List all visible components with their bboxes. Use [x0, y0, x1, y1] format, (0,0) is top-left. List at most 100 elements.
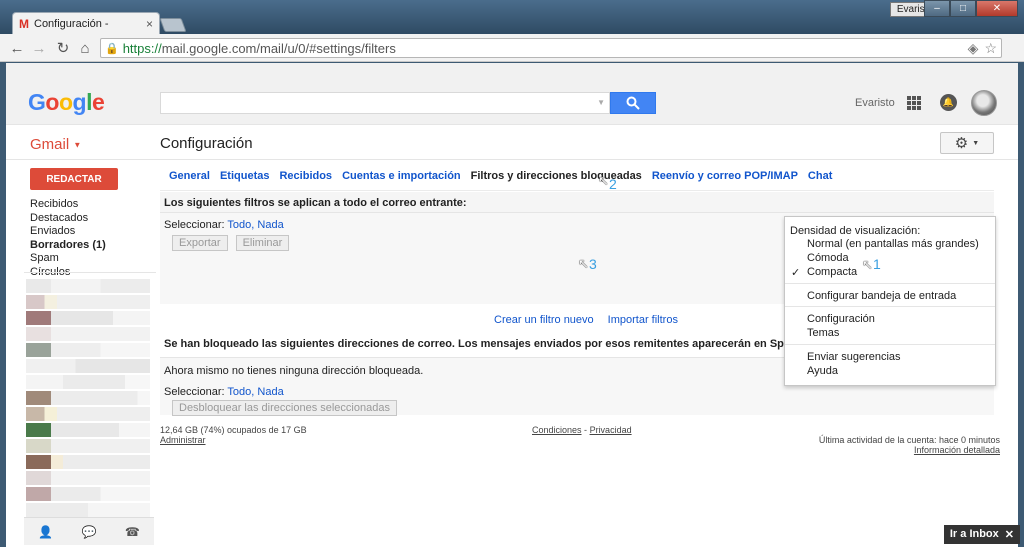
footer-links: Condiciones - Privacidad	[532, 425, 632, 435]
avatar[interactable]	[971, 90, 997, 116]
search-input[interactable]: ▼	[160, 92, 610, 114]
user-name[interactable]: Evaristo	[855, 97, 895, 109]
density-normal-option[interactable]: Normal (en pantallas más grandes)	[807, 238, 979, 250]
footer-separator: -	[584, 425, 588, 435]
phone-icon[interactable]: ☎	[125, 525, 140, 539]
checkmark-icon: ✓	[791, 267, 801, 279]
gmail-label: Gmail	[30, 136, 70, 153]
new-tab-button[interactable]	[159, 18, 187, 32]
compose-button[interactable]: REDACTAR	[30, 168, 118, 190]
browser-tab[interactable]: M Configuración - ×	[12, 12, 160, 34]
account-activity: Última actividad de la cuenta: hace 0 mi…	[819, 435, 1000, 455]
forward-arrow-icon[interactable]: →	[30, 39, 48, 57]
search-options-icon[interactable]: ▼	[597, 98, 605, 107]
step-number-3: 3	[589, 256, 597, 272]
person-icon[interactable]: 👤	[38, 525, 53, 539]
unblock-button[interactable]: Desbloquear las direcciones seleccionada…	[172, 400, 397, 416]
tab-inbox[interactable]: Recibidos	[274, 170, 337, 190]
url-path: mail.google.com/mail/u/0/#settings/filte…	[161, 40, 396, 56]
delete-button[interactable]: Eliminar	[235, 235, 290, 251]
go-to-inbox-chip[interactable]: Ir a Inbox ✕	[943, 525, 1020, 544]
density-compact-option[interactable]: Compacta	[807, 266, 857, 278]
nav-item-spam[interactable]: Spam	[30, 252, 106, 266]
tab-forwarding[interactable]: Reenvío y correo POP/IMAP	[647, 170, 803, 190]
logo-letter: o	[58, 89, 73, 115]
home-icon[interactable]: ⌂	[76, 39, 94, 57]
browser-toolbar: ← → ↻ ⌂ 🔒 https:// mail.google.com/mail/…	[0, 34, 1024, 62]
manage-storage-link[interactable]: Administrar	[160, 435, 307, 445]
export-button[interactable]: Exportar	[172, 235, 228, 251]
inbox-chip-label: Ir a Inbox	[949, 528, 999, 540]
mouse-cursor-icon: ↖	[598, 173, 609, 188]
mouse-cursor-icon: ↖	[578, 256, 589, 271]
menu-divider	[785, 283, 995, 284]
maximize-button[interactable]: □	[950, 0, 976, 17]
hangouts-bar: 👤 💬 ☎	[24, 517, 154, 545]
gmail-favicon-icon: M	[19, 16, 29, 31]
gmail-menu[interactable]: Gmail ▼	[30, 136, 81, 153]
themes-option[interactable]: Temas	[807, 327, 839, 339]
configure-inbox-option[interactable]: Configurar bandeja de entrada	[807, 290, 956, 302]
hangouts-contacts-blurred	[24, 272, 156, 517]
back-arrow-icon[interactable]: ←	[8, 39, 26, 57]
select-none-link[interactable]: Nada	[257, 219, 283, 231]
storage-text: 12,64 GB (74%) ocupados de 17 GB	[160, 425, 307, 435]
nav-item-starred[interactable]: Destacados	[30, 212, 106, 226]
tab-accounts[interactable]: Cuentas e importación	[337, 170, 466, 190]
tab-labels[interactable]: Etiquetas	[215, 170, 275, 190]
details-link[interactable]: Información detallada	[819, 445, 1000, 455]
logo-letter: G	[28, 89, 46, 115]
reload-icon[interactable]: ↻	[54, 39, 72, 57]
nav-item-drafts[interactable]: Borradores (1)	[30, 239, 106, 253]
help-option[interactable]: Ayuda	[807, 365, 838, 377]
close-icon[interactable]: ✕	[1005, 528, 1014, 541]
import-filters-link[interactable]: Importar filtros	[608, 314, 678, 326]
apps-grid-icon[interactable]	[907, 96, 921, 110]
density-comfortable-option[interactable]: Cómoda	[807, 252, 849, 264]
window-controls: – □ ✕	[924, 0, 1018, 17]
settings-dropdown-menu: Densidad de visualización: Normal (en pa…	[784, 216, 996, 386]
search-button[interactable]	[610, 92, 656, 114]
tab-chat[interactable]: Chat	[803, 170, 837, 190]
url-scheme: https://	[122, 40, 162, 56]
menu-divider	[785, 306, 995, 307]
logo-letter: o	[45, 89, 59, 115]
search-icon	[626, 96, 640, 110]
settings-option[interactable]: Configuración	[807, 313, 875, 325]
terms-link[interactable]: Condiciones	[532, 425, 582, 435]
create-filter-link[interactable]: Crear un filtro nuevo	[494, 314, 594, 326]
notifications-bell-icon[interactable]: 🔔	[940, 94, 957, 111]
menu-divider	[785, 344, 995, 345]
tab-close-icon[interactable]: ×	[146, 17, 153, 31]
density-label: Densidad de visualización:	[790, 225, 921, 237]
blocked-empty-text: Ahora mismo no tienes ninguna dirección …	[164, 365, 424, 377]
tab-title: Configuración -	[34, 17, 109, 30]
page-title: Configuración	[160, 135, 253, 152]
chevron-down-icon: ▼	[972, 139, 980, 147]
last-activity-text: Última actividad de la cuenta: hace 0 mi…	[818, 435, 1000, 445]
address-bar[interactable]: 🔒 https:// mail.google.com/mail/u/0/#set…	[100, 38, 1002, 58]
send-feedback-option[interactable]: Enviar sugerencias	[807, 351, 901, 363]
minimize-button[interactable]: –	[924, 0, 950, 17]
tab-filters[interactable]: Filtros y direcciones bloqueadas	[466, 170, 647, 190]
folder-list: Recibidos Destacados Enviados Borradores…	[30, 198, 106, 279]
select-all-link[interactable]: Todo,	[227, 219, 254, 231]
storage-info: 12,64 GB (74%) ocupados de 17 GB Adminis…	[160, 425, 307, 445]
gmail-page: Google ▼ Evaristo 🔔 Gmail ▼ Configuració…	[6, 63, 1018, 547]
extension-icon[interactable]: ◈	[968, 40, 979, 57]
google-logo[interactable]: Google	[28, 89, 105, 116]
gmail-header: Google ▼ Evaristo 🔔	[6, 63, 1018, 125]
select-label: Seleccionar:	[164, 219, 225, 231]
nav-item-sent[interactable]: Enviados	[30, 225, 106, 239]
privacy-link[interactable]: Privacidad	[590, 425, 632, 435]
close-window-button[interactable]: ✕	[976, 0, 1018, 17]
hangouts-icon[interactable]: 💬	[82, 525, 97, 539]
left-navigation: REDACTAR Recibidos Destacados Enviados B…	[6, 161, 156, 547]
gmail-subheader: Gmail ▼ Configuración ⚙ ▼	[6, 126, 1018, 160]
mouse-cursor-icon: ↖	[862, 257, 873, 272]
tab-general[interactable]: General	[164, 170, 215, 190]
bookmark-star-icon[interactable]: ☆	[984, 40, 997, 57]
nav-item-inbox[interactable]: Recibidos	[30, 198, 106, 212]
chevron-down-icon: ▼	[73, 140, 82, 150]
settings-gear-button[interactable]: ⚙ ▼	[940, 132, 994, 154]
